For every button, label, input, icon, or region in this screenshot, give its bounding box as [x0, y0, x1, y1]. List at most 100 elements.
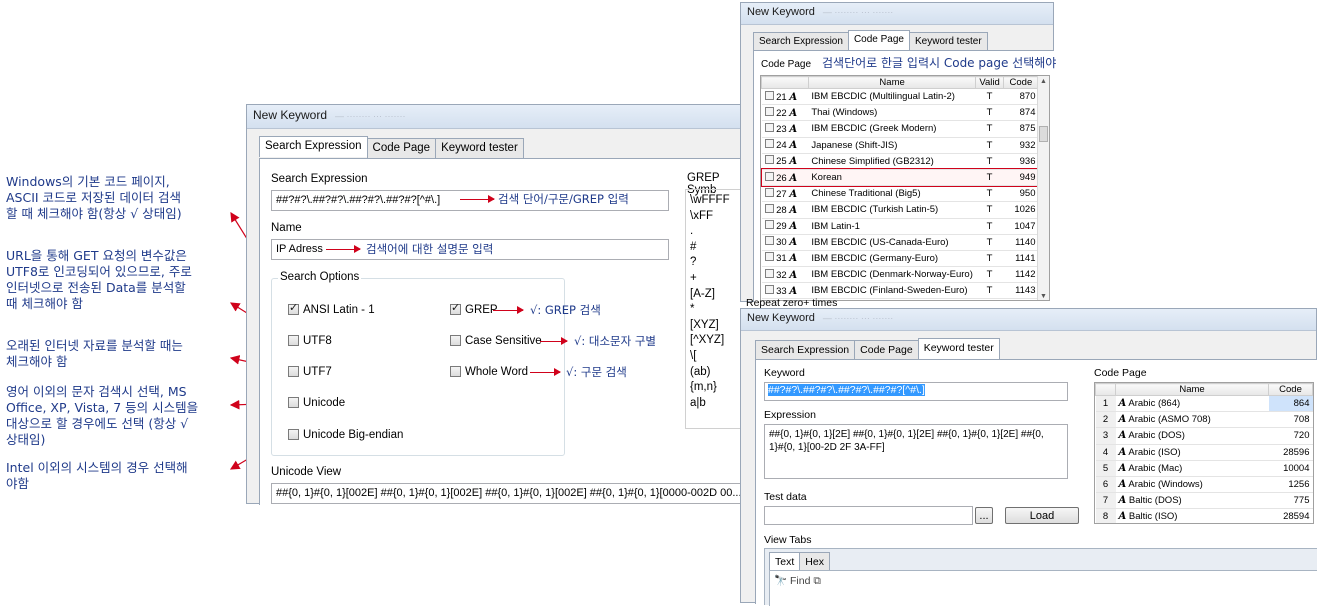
tab-keyword-tester[interactable]: Keyword tester — [908, 32, 988, 52]
tester-code-page-row[interactable]: 7A Baltic (DOS) 775 — [1095, 492, 1313, 510]
row-code: 1141 — [1003, 250, 1039, 268]
row-checkbox[interactable] — [764, 155, 774, 165]
grep-symbol: + — [690, 271, 697, 284]
unicode-view-label: Unicode View — [271, 466, 342, 478]
row-checkbox[interactable] — [764, 139, 774, 149]
option-unicode-big-endian[interactable]: Unicode Big-endian — [288, 429, 403, 441]
code-page-row[interactable]: 31 A IBM EBCDIC (Germany-Euro) T 1141 — [761, 250, 1039, 268]
row-checkbox[interactable] — [764, 90, 774, 100]
option-case-sensitive[interactable]: Case Sensitive — [450, 335, 542, 347]
find-button[interactable]: 🔭 Find ⧉ — [774, 574, 821, 588]
code-page-row[interactable]: 28 A IBM EBCDIC (Turkish Latin-5) T 1026 — [761, 201, 1039, 219]
new-keyword-window-search: New Keyword — ········ ··· ······· Search… — [246, 104, 748, 505]
row-name: Chinese Traditional (Big5) — [808, 185, 976, 203]
row-checkbox[interactable] — [764, 122, 774, 132]
font-a-icon: A — [789, 140, 798, 152]
tester-code-page-row[interactable]: 1A Arabic (864) 864 — [1095, 395, 1313, 413]
code-page-row[interactable]: 25 A Chinese Simplified (GB2312) T 936 — [761, 153, 1039, 170]
row-number: 5 — [1095, 460, 1116, 477]
tester-code-page-row[interactable]: 2A Arabic (ASMO 708) 708 — [1095, 411, 1313, 429]
annotation-search-expression: 검색 단어/구문/GREP 입력 — [498, 192, 629, 206]
row-name: Arabic (DOS) — [1128, 430, 1185, 442]
code-page-row[interactable]: 23 A IBM EBCDIC (Greek Modern) T 875 — [761, 120, 1039, 138]
unicode-view-field[interactable]: ##{0, 1}#{0, 1}[002E] ##{0, 1}#{0, 1}[00… — [271, 483, 748, 504]
browse-button[interactable]: ... — [975, 507, 993, 524]
row-checkbox[interactable] — [764, 252, 774, 262]
unicode-big-endian-checkbox[interactable] — [288, 429, 299, 440]
test-data-label: Test data — [764, 491, 807, 503]
tester-code-page-row[interactable]: 8A Baltic (ISO) 28594 — [1095, 508, 1313, 523]
tester-code-page-row[interactable]: 6A Arabic (Windows) 1256 — [1095, 476, 1313, 494]
option-unicode[interactable]: Unicode — [288, 397, 345, 409]
tab-search-expression[interactable]: Search Expression — [259, 136, 368, 157]
grep-symbol: . — [690, 225, 694, 238]
tab-code-page[interactable]: Code Page — [366, 138, 437, 159]
utf8-checkbox[interactable] — [288, 335, 299, 346]
row-valid: T — [975, 137, 1004, 154]
case-sensitive-checkbox[interactable] — [450, 335, 461, 346]
code-page-row[interactable]: 21 A IBM EBCDIC (Multilingual Latin-2) T 87… — [761, 88, 1039, 106]
keyword-label: Keyword — [764, 367, 805, 379]
binoculars-icon: 🔭 — [774, 575, 788, 587]
tab-search-expression[interactable]: Search Expression — [755, 340, 856, 361]
view-tabs-area: Text Hex 🔭 Find ⧉ — [764, 548, 1317, 606]
row-checkbox[interactable] — [764, 171, 774, 181]
row-checkbox[interactable] — [764, 203, 774, 213]
option-ansi[interactable]: ANSI Latin - 1 — [288, 301, 375, 316]
column-code[interactable]: Code — [1002, 76, 1040, 89]
code-page-row[interactable]: 32 A IBM EBCDIC (Denmark-Norway-Euro) T 114… — [761, 266, 1039, 284]
row-checkbox[interactable] — [764, 268, 774, 278]
ansi-checkbox[interactable] — [288, 301, 299, 315]
whole-word-checkbox[interactable] — [450, 366, 461, 377]
tab-keyword-tester[interactable]: Keyword tester — [435, 138, 524, 159]
row-code: 875 — [1003, 120, 1039, 138]
font-a-icon: A — [789, 204, 798, 216]
utf7-checkbox[interactable] — [288, 366, 299, 377]
option-whole-word[interactable]: Whole Word — [450, 366, 528, 378]
tab-keyword-tester[interactable]: Keyword tester — [917, 338, 1000, 359]
tester-code-page-row[interactable]: 3A Arabic (DOS) 720 — [1095, 427, 1313, 445]
row-checkbox[interactable] — [764, 187, 774, 197]
row-checkbox[interactable] — [764, 284, 774, 294]
window-titlebar: New Keyword — ········ ··· ······· — [247, 105, 745, 129]
code-page-row[interactable]: 26 A Korean T 949 — [761, 168, 1040, 187]
test-data-input[interactable] — [764, 506, 973, 525]
load-button[interactable]: Load — [1005, 507, 1079, 524]
row-code: 28596 — [1268, 444, 1313, 461]
grep-checkbox[interactable] — [450, 301, 461, 315]
row-number: 33 — [776, 285, 787, 297]
tab-code-page[interactable]: Code Page — [847, 30, 910, 50]
option-utf8[interactable]: UTF8 — [288, 335, 332, 347]
row-checkbox[interactable] — [764, 220, 774, 230]
column-code[interactable]: Code — [1268, 383, 1313, 396]
keyword-tester-panel: Keyword ##?#?\.##?#?\.##?#?\.##?#?[^#\.]… — [755, 359, 1317, 606]
row-code: 1140 — [1003, 234, 1039, 251]
column-name[interactable]: Name — [1115, 383, 1269, 396]
row-number: 30 — [776, 237, 787, 249]
column-valid[interactable]: Valid — [975, 76, 1004, 89]
tester-code-page-row[interactable]: 5A Arabic (Mac) 10004 — [1095, 460, 1313, 477]
tab-search-expression[interactable]: Search Expression — [753, 32, 849, 52]
tab-code-page[interactable]: Code Page — [854, 340, 919, 361]
expression-field[interactable]: ##{0, 1}#{0, 1}[2E] ##{0, 1}#{0, 1}[2E] … — [764, 424, 1068, 479]
code-page-row[interactable]: 30 A IBM EBCDIC (US-Canada-Euro) T 1140 — [761, 234, 1039, 251]
code-page-row[interactable]: 22 A Thai (Windows) T 874 — [761, 104, 1039, 122]
row-number: 32 — [776, 269, 787, 281]
arrow-whole-word — [530, 368, 561, 376]
tester-code-page-row[interactable]: 4A Arabic (ISO) 28596 — [1095, 444, 1313, 461]
row-name: Korean — [808, 169, 976, 187]
column-name[interactable]: Name — [807, 76, 977, 89]
row-checkbox[interactable] — [764, 236, 774, 246]
window-titlebar: New Keyword — ········ ··· ······· — [741, 3, 1053, 25]
code-page-scrollbar[interactable]: ▲ ▼ — [1037, 76, 1049, 300]
row-checkbox[interactable] — [764, 106, 774, 116]
option-grep[interactable]: GREP — [450, 301, 498, 316]
option-utf7[interactable]: UTF7 — [288, 366, 332, 378]
code-page-row[interactable]: 24 A Japanese (Shift-JIS) T 932 — [761, 137, 1039, 154]
unicode-checkbox[interactable] — [288, 397, 299, 408]
scrollbar-thumb[interactable] — [1039, 126, 1048, 142]
keyword-input[interactable]: ##?#?\.##?#?\.##?#?\.##?#?[^#\.] — [764, 382, 1068, 401]
row-number: 23 — [776, 123, 787, 135]
code-page-row[interactable]: 27 A Chinese Traditional (Big5) T 950 — [761, 185, 1039, 203]
code-page-row[interactable]: 29 A IBM Latin-1 T 1047 — [761, 218, 1039, 235]
